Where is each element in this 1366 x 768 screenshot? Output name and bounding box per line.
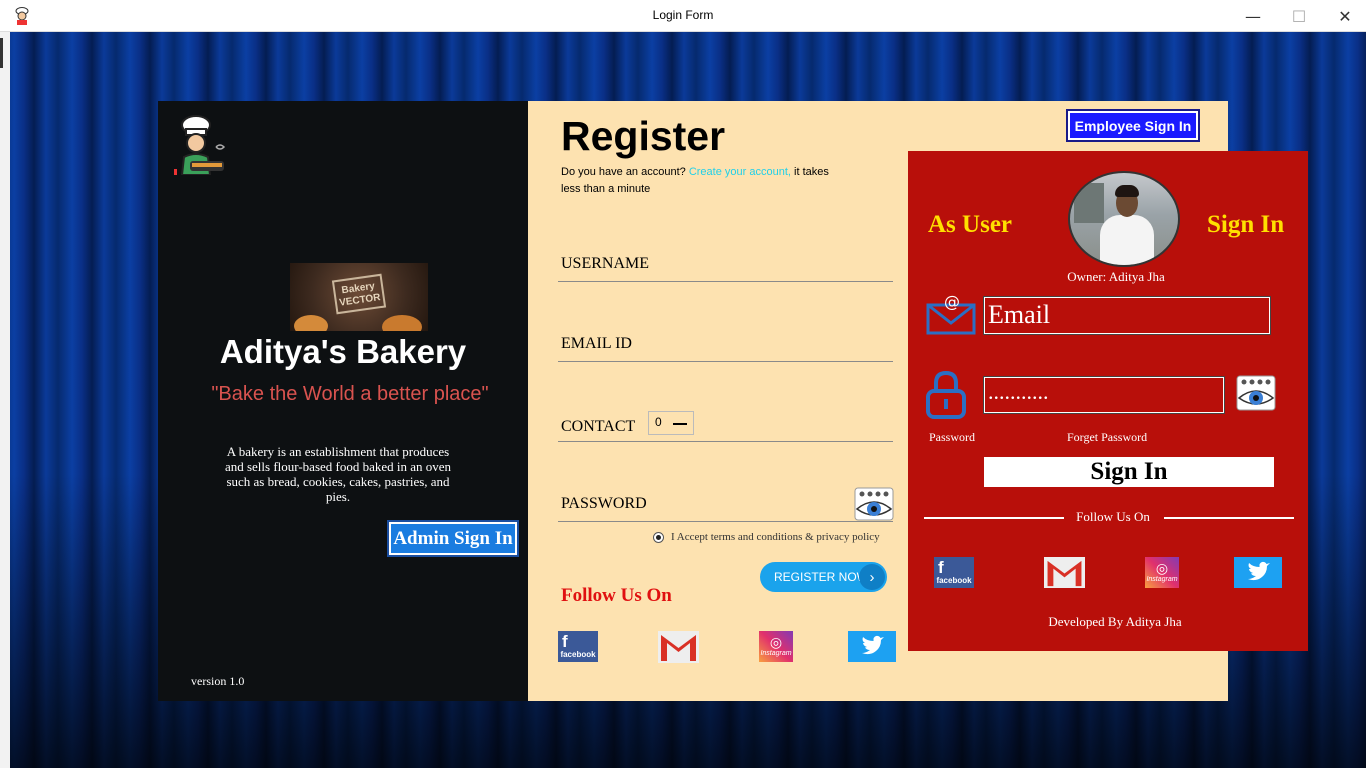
password-underline	[558, 521, 893, 522]
username-underline	[558, 281, 893, 282]
contact-stepper[interactable]: 0	[648, 411, 694, 435]
admin-sign-in-button[interactable]: Admin Sign In	[387, 520, 519, 557]
accept-terms-radio[interactable]	[653, 532, 664, 543]
tagline: "Bake the World a better place"	[211, 383, 489, 405]
chevron-right-icon: ›	[859, 564, 885, 590]
mail-icon: @	[926, 293, 976, 335]
email-input[interactable]: Email	[983, 296, 1271, 335]
email-field[interactable]: EMAIL ID	[561, 335, 632, 353]
follow-us-heading: Follow Us On	[561, 585, 672, 606]
title-bar: Login Form — ☐ ✕	[0, 0, 1366, 32]
brand-name: Aditya's Bakery	[219, 333, 467, 370]
divider-right	[1164, 517, 1294, 519]
chef-icon	[174, 115, 226, 175]
desktop-edge	[0, 32, 10, 768]
svg-text:@: @	[944, 293, 960, 311]
sign-in-panel: As User Sign In Owner: Aditya Jha @ Emai…	[908, 151, 1308, 651]
minimize-button[interactable]: —	[1230, 0, 1276, 32]
terms-label: I Accept terms and conditions & privacy …	[671, 531, 880, 543]
forget-password-link[interactable]: Forget Password	[1067, 430, 1147, 445]
developer-credit: Developed By Aditya Jha	[1048, 614, 1182, 629]
brand-panel: Bakery VECTOR Aditya's Bakery "Bake the …	[158, 101, 528, 701]
instagram-icon[interactable]: ◎ Instagram	[759, 631, 793, 662]
bakery-description: A bakery is an establishment that produc…	[224, 444, 452, 504]
bakery-image: Bakery VECTOR	[290, 263, 428, 331]
owner-avatar	[1068, 171, 1180, 267]
contact-underline	[558, 441, 893, 442]
lock-icon	[926, 370, 966, 419]
gmail-icon[interactable]	[1044, 557, 1085, 588]
owner-caption: Owner: Aditya Jha	[1067, 269, 1165, 284]
employee-sign-in-button[interactable]: Employee Sign In	[1066, 109, 1200, 142]
facebook-icon[interactable]: f facebook	[934, 557, 974, 588]
register-now-button[interactable]: REGISTER NOW ›	[760, 562, 887, 592]
version-label: version 1.0	[191, 674, 245, 688]
password-field[interactable]: PASSWORD	[561, 495, 647, 513]
create-account-link[interactable]: Create your account,	[689, 166, 791, 178]
register-subtitle: Do you have an account? Create your acco…	[561, 166, 829, 195]
as-user-heading: As User	[928, 211, 1013, 238]
sign-in-button[interactable]: Sign In	[984, 457, 1274, 487]
gmail-icon[interactable]	[658, 631, 699, 663]
show-password-eye-icon[interactable]	[1236, 375, 1276, 411]
facebook-icon[interactable]: f facebook	[558, 631, 598, 662]
password-label: Password	[929, 430, 976, 444]
show-password-eye-icon[interactable]	[854, 487, 894, 521]
username-field[interactable]: USERNAME	[561, 255, 649, 273]
bakery-image-logo: Bakery VECTOR	[331, 273, 387, 315]
contact-label: CONTACT	[561, 418, 636, 435]
window-title: Login Form	[652, 8, 714, 22]
twitter-icon[interactable]	[848, 631, 896, 662]
twitter-icon[interactable]	[1234, 557, 1282, 588]
register-title: Register	[561, 113, 726, 159]
email-underline	[558, 361, 893, 362]
sign-in-heading: Sign In	[1207, 211, 1285, 238]
maximize-button[interactable]: ☐	[1276, 0, 1322, 32]
password-input[interactable]: ...........	[983, 376, 1225, 414]
close-button[interactable]: ✕	[1322, 0, 1366, 32]
instagram-icon[interactable]: ◎ Instagram	[1145, 557, 1179, 588]
